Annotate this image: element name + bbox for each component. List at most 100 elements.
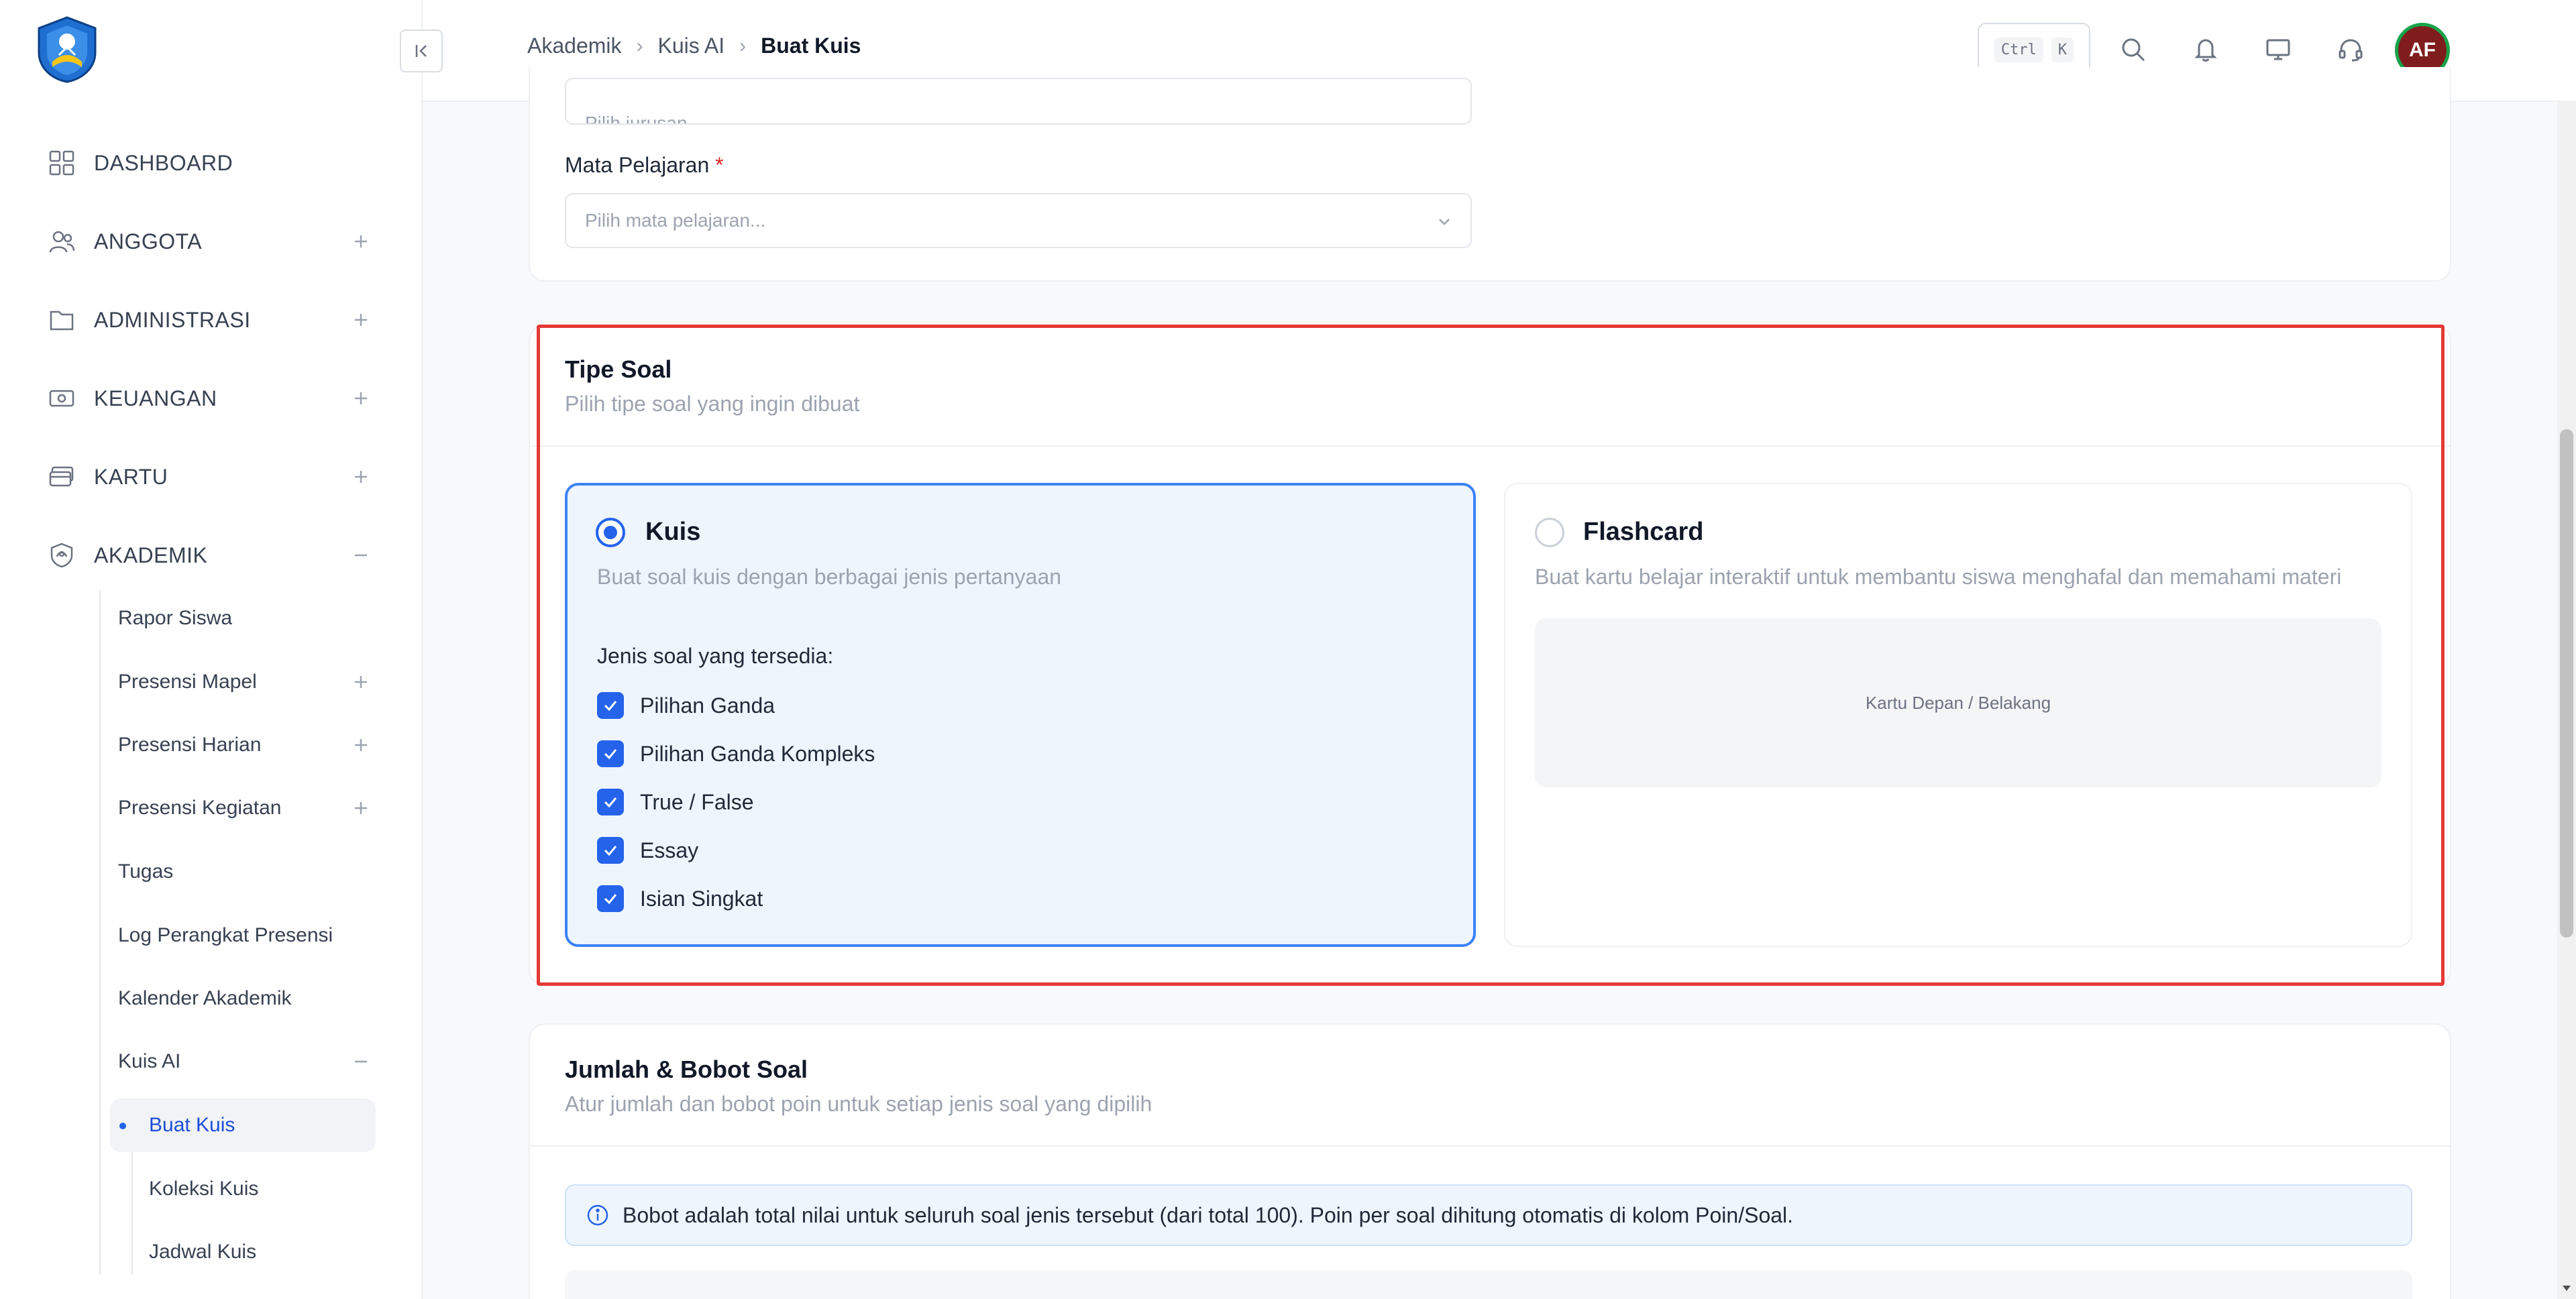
sidebar-item-label: DASHBOARD xyxy=(94,150,233,175)
sidebar: DASHBOARD ANGGOTA ADMINISTRASI KEUANGAN … xyxy=(0,0,423,1299)
checkbox-checked[interactable] xyxy=(597,885,624,912)
sub-item-label: Presensi Kegiatan xyxy=(118,797,282,819)
scrollbar-thumb[interactable] xyxy=(2560,429,2573,938)
sidebar-item-label: KEUANGAN xyxy=(94,386,217,410)
chevron-right-icon: › xyxy=(739,34,747,57)
sidebar-item-koleksi-kuis[interactable]: Koleksi Kuis xyxy=(149,1162,374,1216)
search-icon[interactable] xyxy=(2116,32,2151,67)
type-row-isian-singkat[interactable]: Isian Singkat xyxy=(597,883,763,915)
info-icon xyxy=(586,1204,609,1227)
tipe-soal-title: Tipe Soal xyxy=(565,355,672,383)
sub-item-label: Presensi Harian xyxy=(118,734,262,756)
checkbox-checked[interactable] xyxy=(597,837,624,864)
breadcrumb-kuis-ai[interactable]: Kuis AI xyxy=(658,34,725,58)
page-scrollbar[interactable] xyxy=(2557,102,2576,1299)
table-header-partial xyxy=(565,1270,2412,1299)
section-divider xyxy=(530,1145,2450,1147)
sidebar-item-presensi-kegiatan[interactable]: Presensi Kegiatan xyxy=(118,781,374,835)
checkbox-checked[interactable] xyxy=(597,789,624,815)
type-label: Pilihan Ganda Kompleks xyxy=(640,741,875,766)
sidebar-item-presensi-mapel[interactable]: Presensi Mapel xyxy=(118,655,374,709)
sub-item-label: Tugas xyxy=(118,860,174,883)
expand-icon[interactable] xyxy=(347,463,374,490)
expand-icon[interactable] xyxy=(347,228,374,255)
jurusan-select[interactable]: Pilih jurusan... xyxy=(565,78,1472,125)
type-row-pg-kompleks[interactable]: Pilihan Ganda Kompleks xyxy=(597,738,875,770)
sidebar-item-log-perangkat[interactable]: Log Perangkat Presensi xyxy=(118,909,374,962)
breadcrumb: Akademik › Kuis AI › Buat Kuis xyxy=(527,34,861,58)
collapse-sidebar-button[interactable] xyxy=(400,30,443,72)
jumlah-title: Jumlah & Bobot Soal xyxy=(565,1056,808,1083)
type-row-essay[interactable]: Essay xyxy=(597,834,698,866)
collapse-icon[interactable] xyxy=(347,1048,374,1075)
sidebar-item-dashboard[interactable]: DASHBOARD xyxy=(46,136,374,190)
scroll-down-arrow-icon[interactable] xyxy=(2561,1283,2572,1294)
radio-flashcard[interactable] xyxy=(1535,518,1564,547)
sidebar-item-kartu[interactable]: KARTU xyxy=(46,450,374,504)
sidebar-item-rapor-siswa[interactable]: Rapor Siswa xyxy=(118,591,374,645)
type-row-pilihan-ganda[interactable]: Pilihan Ganda xyxy=(597,689,775,722)
submenu-guide-line xyxy=(99,590,101,1274)
sub-item-label: Buat Kuis xyxy=(149,1114,235,1136)
option-kuis-title: Kuis xyxy=(645,518,701,546)
sidebar-item-akademik[interactable]: AKADEMIK xyxy=(46,528,374,582)
expand-icon[interactable] xyxy=(347,306,374,333)
expand-icon[interactable] xyxy=(347,732,374,758)
jumlah-bobot-card xyxy=(529,1023,2451,1299)
sidebar-item-label: ADMINISTRASI xyxy=(94,307,251,332)
option-flashcard-title: Flashcard xyxy=(1583,518,1704,546)
expand-icon[interactable] xyxy=(347,795,374,822)
breadcrumb-current: Buat Kuis xyxy=(761,34,861,58)
sub-item-label: Presensi Mapel xyxy=(118,671,257,693)
expand-icon[interactable] xyxy=(347,669,374,695)
sidebar-item-jadwal-kuis[interactable]: Jadwal Kuis xyxy=(149,1225,374,1279)
sidebar-item-label: ANGGOTA xyxy=(94,229,203,253)
bell-icon[interactable] xyxy=(2188,32,2223,67)
jurusan-placeholder: Pilih jurusan... xyxy=(585,113,703,125)
type-label: Isian Singkat xyxy=(640,886,763,911)
flashcard-preview: Kartu Depan / Belakang xyxy=(1535,618,2381,787)
monitor-icon[interactable] xyxy=(2261,32,2296,67)
headset-icon[interactable] xyxy=(2333,32,2368,67)
sidebar-item-kalender[interactable]: Kalender Akademik xyxy=(118,972,374,1025)
sidebar-item-label: AKADEMIK xyxy=(94,543,208,567)
sub-item-label: Jadwal Kuis xyxy=(149,1241,257,1263)
card-icon xyxy=(46,461,78,493)
sidebar-item-presensi-harian[interactable]: Presensi Harian xyxy=(118,718,374,772)
type-label: Essay xyxy=(640,838,699,862)
grid-icon xyxy=(46,147,78,179)
info-banner: Bobot adalah total nilai untuk seluruh s… xyxy=(565,1184,2412,1246)
sub-item-label: Kuis AI xyxy=(118,1050,181,1072)
chevron-right-icon: › xyxy=(636,34,643,57)
radio-kuis[interactable] xyxy=(596,518,625,547)
academic-icon xyxy=(46,539,78,571)
checkbox-checked[interactable] xyxy=(597,740,624,767)
type-row-true-false[interactable]: True / False xyxy=(597,786,754,818)
section-divider xyxy=(530,445,2450,447)
school-logo[interactable] xyxy=(32,15,102,84)
kbd-ctrl: Ctrl xyxy=(1994,37,2043,62)
sidebar-item-label: KARTU xyxy=(94,464,168,489)
sidebar-item-buat-kuis[interactable]: Buat Kuis xyxy=(110,1098,376,1152)
mapel-label: Mata Pelajaran * xyxy=(565,153,724,178)
chevron-down-icon xyxy=(1439,219,1450,225)
sidebar-item-administrasi[interactable]: ADMINISTRASI xyxy=(46,293,374,347)
sub-item-label: Rapor Siswa xyxy=(118,607,233,629)
checkbox-checked[interactable] xyxy=(597,692,624,719)
sidebar-item-anggota[interactable]: ANGGOTA xyxy=(46,215,374,268)
sidebar-item-kuis-ai[interactable]: Kuis AI xyxy=(118,1035,374,1088)
type-label: Pilihan Ganda xyxy=(640,693,775,718)
collapse-icon[interactable] xyxy=(347,542,374,569)
sidebar-item-keuangan[interactable]: KEUANGAN xyxy=(46,372,374,425)
breadcrumb-akademik[interactable]: Akademik xyxy=(527,34,622,58)
option-kuis-desc: Buat soal kuis dengan berbagai jenis per… xyxy=(597,565,1062,589)
sidebar-item-tugas[interactable]: Tugas xyxy=(118,845,374,899)
sub-item-label: Kalender Akademik xyxy=(118,987,292,1009)
folder-icon xyxy=(46,304,78,336)
types-label: Jenis soal yang tersedia: xyxy=(597,644,834,668)
expand-icon[interactable] xyxy=(347,385,374,412)
jumlah-subtitle: Atur jumlah dan bobot poin untuk setiap … xyxy=(565,1092,1152,1116)
mapel-label-text: Mata Pelajaran xyxy=(565,153,710,177)
form-card: Pilih jurusan... Mata Pelajaran * Pilih … xyxy=(529,67,2451,282)
mapel-select[interactable]: Pilih mata pelajaran... xyxy=(565,193,1472,248)
